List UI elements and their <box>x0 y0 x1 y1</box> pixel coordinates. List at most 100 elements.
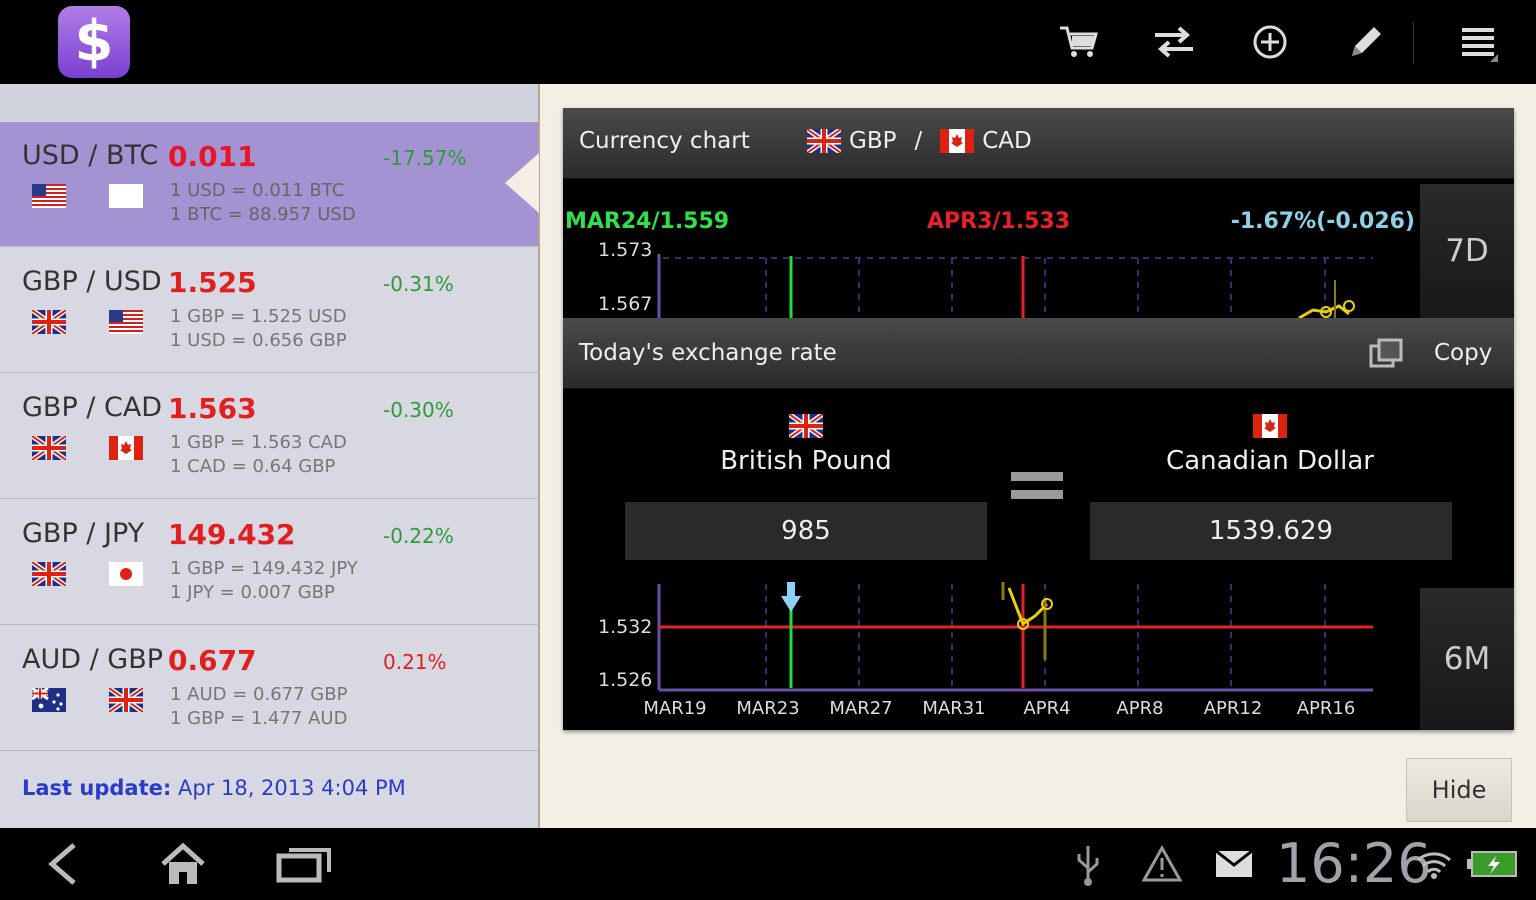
pair-selector[interactable]: GBP / CAD <box>807 128 1032 154</box>
canada-flag-icon <box>1253 414 1287 438</box>
btc-flag-icon <box>109 184 143 208</box>
range-button-7d[interactable]: 7D <box>1420 184 1514 318</box>
pair-conversion-line: 1 GBP = 1.563 CAD <box>170 432 347 453</box>
currency-pair-list: USD / BTC 0.011 -17.57% 1 USD = 0.011 BTC 1 … <box>0 84 538 828</box>
to-currency-name: Canadian Dollar <box>1166 446 1374 476</box>
y-tick-label: 1.526 <box>598 669 652 691</box>
data-point <box>1343 300 1355 312</box>
currency-chart-title: Currency chart <box>579 128 750 154</box>
currency-pair-row[interactable]: GBP / JPY 149.432 -0.22% 1 GBP = 149.432 JP… <box>0 500 538 625</box>
x-tick-label: APR16 <box>1297 698 1356 719</box>
recent-apps-icon[interactable] <box>274 838 334 890</box>
pair-change: 0.21% <box>383 650 447 674</box>
pair-rate: 0.677 <box>168 644 257 677</box>
action-bar-divider <box>1413 22 1414 64</box>
chart-right-marker: APR3/1.533 <box>927 209 1070 234</box>
pair-rate: 149.432 <box>168 518 296 551</box>
ca-flag-icon <box>109 436 143 460</box>
uk-flag-icon <box>807 129 841 153</box>
pair-conversion-line: 1 JPY = 0.007 GBP <box>170 582 335 603</box>
pair-name: USD / BTC <box>22 140 159 171</box>
x-tick-label: MAR27 <box>829 698 892 719</box>
y-tick-label: 1.567 <box>598 293 652 315</box>
battery-icon <box>1462 838 1522 890</box>
edit-icon[interactable] <box>1344 20 1388 64</box>
from-currency-name: British Pound <box>720 446 892 476</box>
pair-conversion-line: 1 BTC = 88.957 USD <box>170 204 356 225</box>
to-amount-field[interactable]: 1539.629 <box>1090 502 1452 560</box>
pair-change: -0.30% <box>383 398 454 422</box>
usb-icon <box>1070 838 1106 890</box>
pair-change: -0.31% <box>383 272 454 296</box>
pair-name: GBP / CAD <box>22 392 163 423</box>
exchange-rate-header: Today's exchange rate Copy <box>563 318 1514 389</box>
warning-icon <box>1140 838 1184 890</box>
exchange-rate-title: Today's exchange rate <box>579 340 837 366</box>
pair-conversion-line: 1 AUD = 0.677 GBP <box>170 684 348 705</box>
base-currency: GBP <box>849 128 897 154</box>
chart-left-marker: MAR24/1.559 <box>565 209 729 234</box>
y-tick-label: 1.532 <box>598 616 652 638</box>
x-tick-label: MAR19 <box>643 698 706 719</box>
y-tick-label: 1.573 <box>598 239 652 261</box>
quote-currency: CAD <box>982 128 1032 154</box>
mail-icon <box>1212 838 1256 890</box>
pair-change: -17.57% <box>383 146 467 170</box>
us-flag-icon <box>32 184 66 208</box>
wifi-icon <box>1414 838 1454 890</box>
pair-conversion-line: 1 GBP = 149.432 JPY <box>170 558 358 579</box>
uk-flag-icon <box>107 685 145 715</box>
uk-flag-icon <box>30 307 68 337</box>
uk-flag-icon <box>30 433 68 463</box>
range-button-6m[interactable]: 6M <box>1420 588 1514 730</box>
x-tick-label: APR12 <box>1204 698 1263 719</box>
menu-icon[interactable] <box>1456 20 1500 64</box>
pair-rate: 0.011 <box>168 140 257 173</box>
selection-pointer <box>505 153 539 213</box>
pair-change: -0.22% <box>383 524 454 548</box>
x-tick-label: APR4 <box>1023 698 1070 719</box>
pair-conversion-line: 1 GBP = 1.525 USD <box>170 306 347 327</box>
series-line <box>1007 587 1049 627</box>
currency-chart-7d[interactable]: MAR24/1.559 APR3/1.533 -1.67%(-0.026) 1.573… <box>563 184 1420 318</box>
pair-conversion-line: 1 GBP = 1.477 AUD <box>170 708 348 729</box>
currency-chart-6m[interactable]: 1.532 1.526 MAR19 MAR23 MAR27 MAR31 APR4 APR8 AP… <box>563 578 1420 730</box>
system-bar: 16:26 <box>0 828 1536 900</box>
currency-pair-row[interactable]: GBP / USD 1.525 -0.31% 1 GBP = 1.525 USD 1 U… <box>0 248 538 373</box>
action-bar: $ <box>0 0 1536 84</box>
clock: 16:26 <box>1276 832 1432 895</box>
cart-icon[interactable] <box>1056 20 1100 64</box>
currency-panel: Currency chart GBP / CAD MAR24/1.559 APR3… <box>563 108 1514 730</box>
arrow-down-icon <box>781 582 801 612</box>
pair-name: AUD / GBP <box>22 644 164 675</box>
canada-flag-icon <box>940 129 975 153</box>
equals-icon <box>1011 472 1063 508</box>
jp-flag-icon <box>109 562 143 586</box>
copy-button[interactable]: Copy <box>1434 340 1492 366</box>
pair-name: GBP / USD <box>22 266 162 297</box>
currency-pair-row[interactable]: GBP / CAD 1.563 -0.30% 1 GBP = 1.563 CAD 1 C… <box>0 374 538 499</box>
hide-button[interactable]: Hide <box>1406 758 1512 822</box>
us-flag-icon <box>109 310 143 334</box>
swap-icon[interactable] <box>1152 20 1196 64</box>
list-top-strip <box>0 84 538 122</box>
last-update: Last update: Apr 18, 2013 4:04 PM <box>22 776 406 800</box>
currency-pair-row[interactable]: USD / BTC 0.011 -17.57% 1 USD = 0.011 BTC 1 … <box>0 122 538 247</box>
add-icon[interactable] <box>1248 20 1292 64</box>
currency-chart-header: Currency chart GBP / CAD <box>563 108 1514 179</box>
home-icon[interactable] <box>158 838 208 890</box>
uk-flag-icon <box>789 414 823 438</box>
chart-change: -1.67%(-0.026) <box>1231 209 1415 234</box>
uk-flag-icon <box>30 559 68 589</box>
pair-conversion-line: 1 USD = 0.011 BTC <box>170 180 345 201</box>
pair-rate: 1.563 <box>168 392 257 425</box>
app-logo[interactable]: $ <box>58 6 130 78</box>
pair-separator: / <box>914 128 923 154</box>
pair-conversion-line: 1 CAD = 0.64 GBP <box>170 456 336 477</box>
x-tick-label: MAR23 <box>736 698 799 719</box>
back-icon[interactable] <box>40 838 84 890</box>
copy-icon[interactable] <box>1369 338 1403 368</box>
currency-pair-row[interactable]: AUD / GBP 0.677 0.21% 1 AUD = 0.677 GBP 1 GB… <box>0 626 538 751</box>
au-flag-icon <box>31 686 66 712</box>
from-amount-field[interactable]: 985 <box>625 502 987 560</box>
